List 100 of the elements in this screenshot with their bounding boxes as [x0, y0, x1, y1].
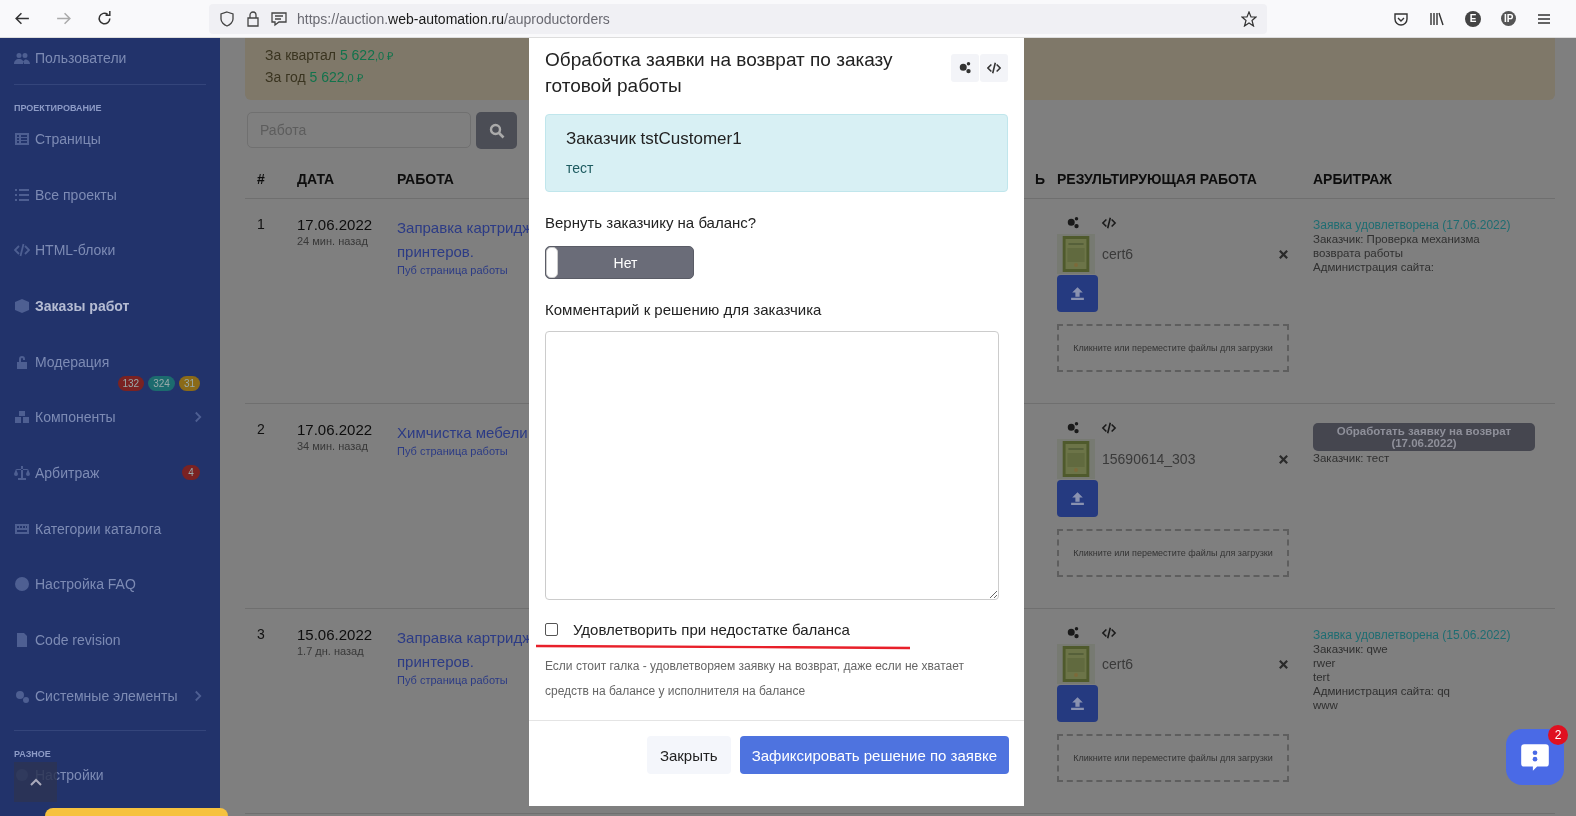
sidebar-item[interactable]: Настройка FAQ: [35, 576, 136, 593]
menu-item-icon: [14, 297, 30, 314]
code-icon[interactable]: [1101, 216, 1117, 230]
menu-item-icon: [14, 50, 30, 66]
search-button[interactable]: [476, 112, 517, 149]
file-name: cert6: [1102, 246, 1135, 262]
extension-button[interactable]: IP: [1501, 11, 1517, 26]
dropzone[interactable]: Кликните или переместите файлы для загрузки: [1057, 734, 1289, 782]
time-ago: 1.7 дн. назад: [297, 645, 365, 657]
count-badge: 324: [148, 376, 175, 392]
sidebar-item[interactable]: HTML-блоки: [35, 242, 116, 259]
notification-badge: 2: [1548, 725, 1568, 745]
arbitration-text: www: [1313, 698, 1339, 712]
field-label: Вернуть заказчику на баланс?: [545, 214, 758, 231]
chat-button[interactable]: [1506, 729, 1564, 785]
close-icon[interactable]: [1278, 453, 1289, 465]
table-cell: 1: [245, 199, 285, 404]
menu-item-icon: [14, 632, 30, 649]
code-icon: [987, 61, 1001, 75]
shield-icon[interactable]: [219, 10, 235, 27]
date-text: 15.06.2022: [297, 626, 374, 643]
sidebar-item[interactable]: Все проекты: [35, 186, 117, 203]
alert-title: Заказчик tstCustomer1: [566, 129, 743, 149]
upload-icon: [1069, 695, 1086, 712]
sidebar-heading: РАЗНОЕ: [14, 747, 52, 761]
arbitration-text: Администрация сайта:: [1313, 260, 1436, 274]
count-badge: 31: [178, 376, 200, 392]
summary-line: За квартал 5 622,0 ₽: [265, 46, 394, 65]
summary-line: За год 5 622,0 ₽: [265, 68, 363, 87]
submit-button[interactable]: Зафиксировать решение по заявке: [739, 736, 1009, 774]
sidebar-item[interactable]: Code revision: [35, 632, 121, 649]
arbitration-text: Заказчик: тест: [1313, 451, 1391, 465]
upload-button[interactable]: [1057, 275, 1098, 312]
menu-item-icon: [14, 353, 30, 370]
sidebar-item[interactable]: Арбитраж: [35, 464, 100, 481]
column-header: РЕЗУЛЬТИРУЮЩАЯ РАБОТА: [1045, 161, 1301, 199]
table-cell: 3: [245, 609, 285, 814]
time-ago: 24 мин. назад: [297, 235, 369, 247]
profile-avatar[interactable]: E: [1465, 10, 1481, 27]
menu-item-icon: [14, 186, 30, 203]
column-header: ДАТА: [285, 161, 385, 199]
toggle-switch[interactable]: Нет: [545, 246, 694, 279]
sidebar-item[interactable]: Модерация: [35, 353, 110, 370]
back-icon[interactable]: [14, 10, 31, 27]
sidebar-item[interactable]: Заказы работ: [35, 297, 130, 314]
arbitration-text: Заказчик: Проверка механизма возврата работы: [1313, 232, 1481, 260]
arbitration-text: Заказчик: qwe: [1313, 642, 1389, 656]
upload-icon: [1069, 285, 1086, 302]
lock-icon[interactable]: [245, 10, 261, 27]
sidebar-item[interactable]: Категории каталога: [35, 520, 162, 537]
menu-item-icon: [14, 464, 30, 481]
checkbox-label[interactable]: Удовлетворить при недостатке баланса: [573, 621, 850, 638]
arbitration-text: Администрация сайта: qq: [1313, 684, 1451, 698]
comment-field[interactable]: [545, 331, 999, 600]
dropzone[interactable]: Кликните или переместите файлы для загрузки: [1057, 324, 1289, 372]
upload-icon: [1069, 490, 1086, 507]
sidebar-item[interactable]: Страницы: [35, 130, 101, 147]
url-text: https://auction.web-automation.ru/auproductorders: [297, 10, 611, 27]
close-icon[interactable]: [1278, 248, 1289, 260]
menu-item-icon: [14, 130, 30, 147]
process-button[interactable]: Обработать заявку на возврат (17.06.2022): [1313, 423, 1535, 451]
table-cell: 2: [245, 404, 285, 609]
count-badge: 4: [182, 465, 200, 481]
date-text: 17.06.2022: [297, 421, 374, 438]
menu-item-icon: [14, 576, 30, 593]
upload-button[interactable]: [1057, 685, 1098, 722]
field-label: Комментарий к решению для заказчика: [545, 301, 823, 318]
address-bar[interactable]: https://auction.web-automation.ru/auproductorders: [209, 3, 1267, 34]
permissions-icon[interactable]: [271, 10, 287, 27]
close-icon[interactable]: [1278, 658, 1289, 670]
sidebar-item[interactable]: Пользователи: [35, 50, 127, 66]
gears-button[interactable]: [951, 54, 979, 82]
file-name: cert6: [1102, 656, 1135, 672]
dropzone[interactable]: Кликните или переместите файлы для загрузки: [1057, 529, 1289, 577]
time-ago: 34 мин. назад: [297, 440, 369, 452]
search-icon: [488, 122, 505, 139]
code-icon[interactable]: [1101, 626, 1117, 640]
upload-button[interactable]: [1057, 480, 1098, 517]
count-badge: 132: [117, 376, 145, 392]
sidebar-item[interactable]: Компоненты: [35, 409, 116, 426]
menu-item-icon: [14, 409, 30, 426]
reload-icon[interactable]: [96, 10, 113, 27]
help-text: Если стоит галка - удовлетворяем заявку на возврат, даже если не хватает средств на балансе у исполнителя на балансе: [545, 658, 965, 700]
gears-icon[interactable]: [1065, 421, 1081, 435]
arbitration-text: rwer: [1313, 656, 1337, 670]
file-name: 15690614_303: [1102, 451, 1197, 467]
checkbox[interactable]: [545, 623, 558, 636]
column-header: АРБИТРАЖ: [1301, 161, 1555, 199]
code-button[interactable]: [980, 54, 1008, 82]
alert-text: тест: [566, 160, 595, 176]
library-icon[interactable]: [1429, 10, 1445, 27]
gears-icon: [958, 61, 972, 75]
gears-icon[interactable]: [1065, 626, 1081, 640]
date-text: 17.06.2022: [297, 216, 374, 233]
star-icon[interactable]: [1241, 10, 1257, 27]
gears-icon[interactable]: [1065, 216, 1081, 230]
code-icon[interactable]: [1101, 421, 1117, 435]
pocket-icon[interactable]: [1393, 10, 1409, 27]
sidebar-item[interactable]: Системные элементы: [35, 687, 178, 704]
close-button[interactable]: Закрыть: [646, 736, 731, 774]
